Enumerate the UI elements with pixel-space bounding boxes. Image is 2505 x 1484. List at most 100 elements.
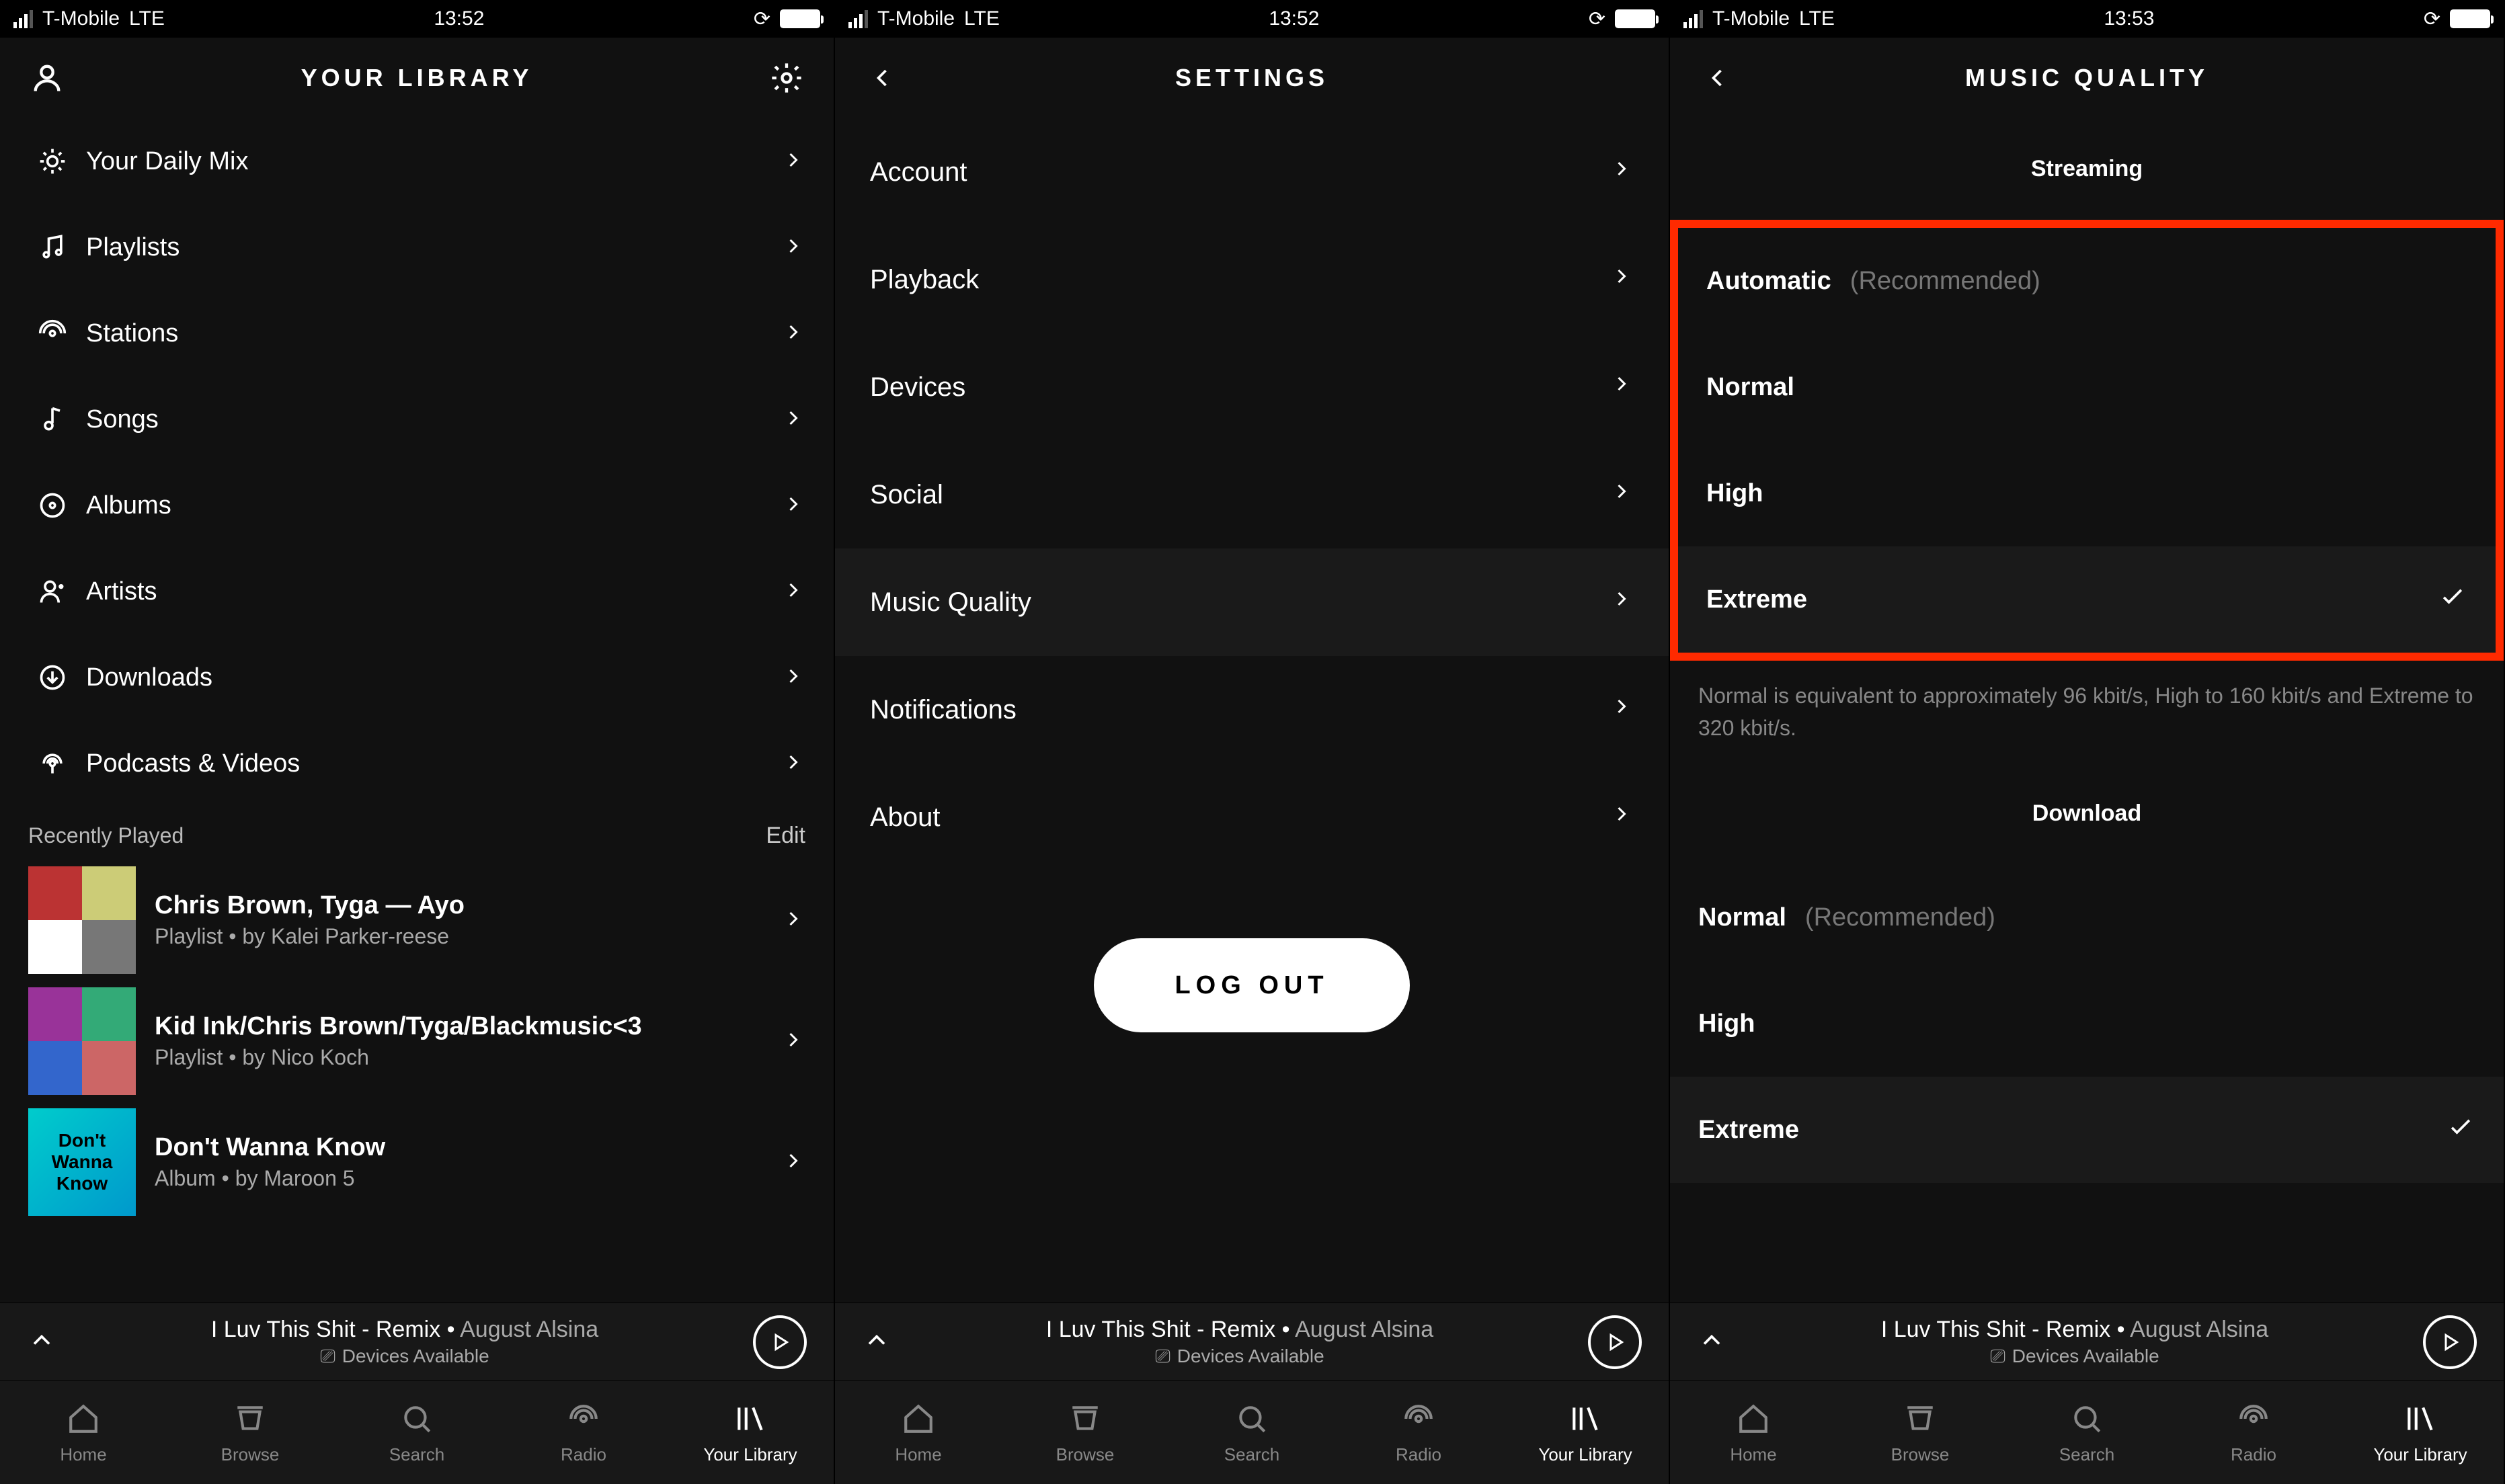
playlist-thumbnail [28,987,136,1095]
library-item-artists[interactable]: Artists [0,548,834,634]
broadcast-icon [28,319,77,348]
quality-option-high[interactable]: High [1670,971,2504,1077]
tab-icon [1903,1400,1937,1438]
settings-item-notifications[interactable]: Notifications [835,656,1669,764]
tab-radio[interactable]: Radio [500,1381,667,1484]
chevron-right-icon [781,492,805,520]
status-bar: T-Mobile LTE 13:52 ⟳ [835,0,1669,38]
back-button[interactable] [1697,58,1737,98]
tab-your-library[interactable]: Your Library [2337,1381,2504,1484]
chevron-up-icon[interactable] [1697,1325,1726,1358]
screen-library: T-Mobile LTE 13:52 ⟳ YOUR LIBRARY Your D… [0,0,835,1484]
quality-option-high[interactable]: High [1678,440,2496,546]
now-playing-bar[interactable]: I Luv This Shit - Remix • August Alsina … [0,1303,834,1380]
chevron-up-icon[interactable] [862,1325,891,1358]
tab-browse[interactable]: Browse [167,1381,333,1484]
quality-option-normal[interactable]: Normal (Recommended) [1670,864,2504,971]
recent-item[interactable]: Chris Brown, Tyga — Ayo Playlist • by Ka… [0,860,834,981]
tab-browse[interactable]: Browse [1002,1381,1168,1484]
tab-radio[interactable]: Radio [2170,1381,2337,1484]
recently-played-header: Recently Played Edit [0,807,834,860]
battery-icon [780,9,820,28]
library-item-albums[interactable]: Albums [0,462,834,548]
library-item-stations[interactable]: Stations [0,290,834,376]
download-icon [28,663,77,692]
chevron-right-icon [1609,479,1634,510]
library-item-your-daily-mix[interactable]: Your Daily Mix [0,118,834,204]
nav-header: YOUR LIBRARY [0,38,834,118]
devices-icon: ⎚ [1155,1346,1170,1368]
now-playing-bar[interactable]: I Luv This Shit - Remix • August Alsina … [835,1303,1669,1380]
tab-home[interactable]: Home [835,1381,1002,1484]
recent-item[interactable]: Don'tWannaKnow Don't Wanna Know Album • … [0,1102,834,1223]
battery-icon [1615,9,1655,28]
tab-icon [1068,1400,1102,1438]
sun-icon [28,147,77,176]
devices-icon: ⎚ [320,1346,335,1368]
chevron-right-icon [781,148,805,175]
profile-icon[interactable] [27,58,67,98]
settings-item-about[interactable]: About [835,764,1669,871]
chevron-right-icon [1609,694,1634,725]
library-item-podcasts-videos[interactable]: Podcasts & Videos [0,720,834,807]
network: LTE [129,7,165,30]
tab-home[interactable]: Home [1670,1381,1837,1484]
tab-radio[interactable]: Radio [1335,1381,1502,1484]
tab-your-library[interactable]: Your Library [667,1381,834,1484]
check-icon [2438,581,2467,618]
tab-icon [1737,1400,1770,1438]
chevron-right-icon [781,320,805,347]
clock: 13:53 [2104,7,2154,30]
quality-option-extreme[interactable]: Extreme [1670,1077,2504,1183]
quality-footnote: Normal is equivalent to approximately 96… [1670,661,2504,763]
podcast-icon [28,749,77,778]
tab-search[interactable]: Search [2003,1381,2170,1484]
download-section-title: Download [1670,763,2504,864]
play-button[interactable] [753,1315,807,1369]
quality-option-normal[interactable]: Normal [1678,334,2496,440]
note-icon [28,405,77,434]
tab-search[interactable]: Search [333,1381,500,1484]
person-icon [28,577,77,606]
chevron-right-icon [781,234,805,261]
screen-settings: T-Mobile LTE 13:52 ⟳ SETTINGS Account Pl… [835,0,1670,1484]
settings-item-playback[interactable]: Playback [835,226,1669,333]
settings-item-social[interactable]: Social [835,441,1669,548]
quality-option-extreme[interactable]: Extreme [1678,546,2496,653]
devices-icon: ⎚ [1990,1346,2005,1368]
play-button[interactable] [1588,1315,1642,1369]
signal-icon [1683,10,1703,28]
library-item-downloads[interactable]: Downloads [0,634,834,720]
disc-icon [28,491,77,520]
settings-icon[interactable] [766,58,807,98]
orientation-lock-icon: ⟳ [1589,7,1605,31]
tab-browse[interactable]: Browse [1837,1381,2003,1484]
edit-button[interactable]: Edit [766,823,805,849]
tab-icon [233,1400,267,1438]
now-playing-bar[interactable]: I Luv This Shit - Remix • August Alsina … [1670,1303,2504,1380]
library-item-songs[interactable]: Songs [0,376,834,462]
library-item-playlists[interactable]: Playlists [0,204,834,290]
settings-item-devices[interactable]: Devices [835,333,1669,441]
signal-icon [848,10,868,28]
playlist-thumbnail [28,866,136,974]
settings-item-music-quality[interactable]: Music Quality [835,548,1669,656]
recent-item[interactable]: Kid Ink/Chris Brown/Tyga/Blackmusic<3 Pl… [0,981,834,1102]
chevron-up-icon[interactable] [27,1325,56,1358]
back-button[interactable] [862,58,902,98]
album-thumbnail: Don'tWannaKnow [28,1108,136,1216]
quality-option-automatic[interactable]: Automatic (Recommended) [1678,228,2496,334]
tab-your-library[interactable]: Your Library [1502,1381,1669,1484]
logout-button[interactable]: LOG OUT [1094,938,1410,1032]
battery-icon [2450,9,2490,28]
settings-item-account[interactable]: Account [835,118,1669,226]
tab-home[interactable]: Home [0,1381,167,1484]
check-icon [2446,1112,2475,1148]
clock: 13:52 [434,7,484,30]
page-title: MUSIC QUALITY [1737,64,2436,92]
chevron-right-icon [781,907,805,934]
play-button[interactable] [2423,1315,2477,1369]
tab-search[interactable]: Search [1168,1381,1335,1484]
chevron-right-icon [781,1028,805,1055]
tab-icon [2403,1400,2437,1438]
